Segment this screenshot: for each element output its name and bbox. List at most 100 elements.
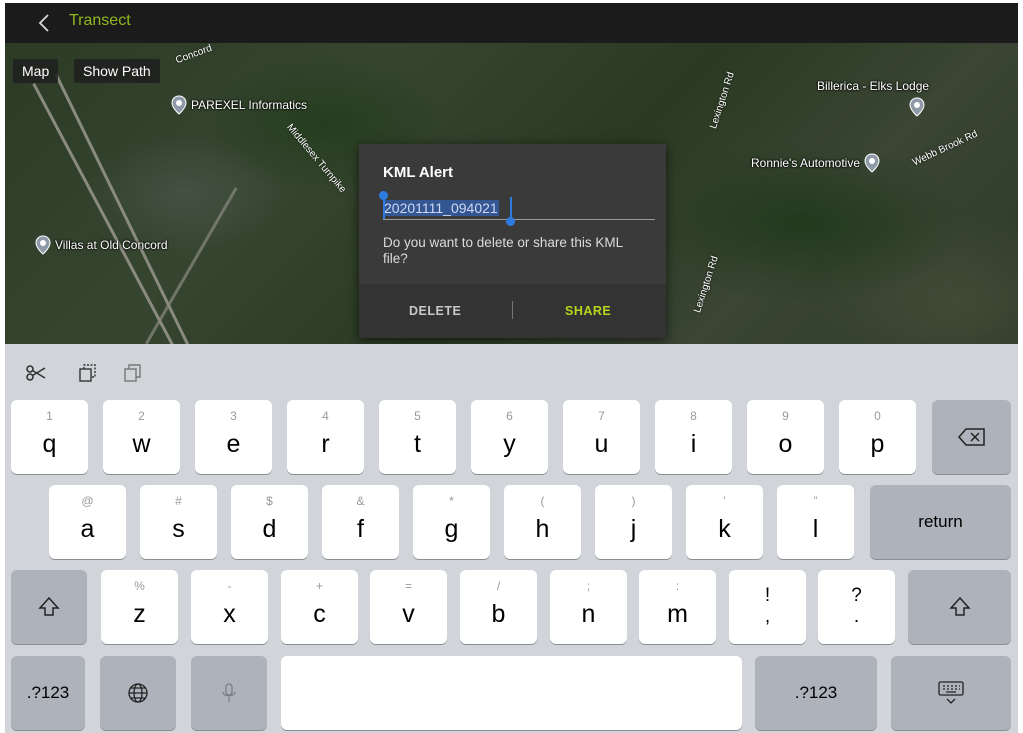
key-letter: c bbox=[313, 600, 326, 628]
key-g[interactable]: * g bbox=[413, 485, 490, 559]
key-hint: 0 bbox=[874, 409, 881, 423]
key-label: ?. bbox=[851, 585, 862, 627]
backspace-icon bbox=[957, 428, 985, 446]
paste-icon[interactable] bbox=[121, 362, 143, 384]
question-period-key[interactable]: ?. bbox=[818, 570, 895, 644]
selection-end-bar bbox=[510, 197, 512, 219]
selection-start-bar bbox=[383, 197, 385, 219]
highway-line bbox=[54, 73, 207, 380]
keyboard-dismiss-icon bbox=[938, 681, 964, 704]
key-hint: 2 bbox=[138, 409, 145, 423]
numeric-toggle-key[interactable]: .?123 bbox=[11, 656, 85, 730]
key-b[interactable]: / b bbox=[460, 570, 537, 644]
key-hint: @ bbox=[81, 494, 94, 508]
poi-marker[interactable]: Billerica - Elks Lodge bbox=[817, 79, 929, 117]
key-n[interactable]: ; n bbox=[550, 570, 627, 644]
key-v[interactable]: = v bbox=[370, 570, 447, 644]
key-letter: o bbox=[778, 430, 793, 458]
key-letter: r bbox=[321, 430, 330, 458]
key-i[interactable]: 8i bbox=[655, 400, 732, 474]
dismiss-keyboard-key[interactable] bbox=[891, 656, 1011, 730]
key-letter: k bbox=[718, 515, 731, 543]
map-pin-icon bbox=[35, 235, 51, 255]
globe-key[interactable] bbox=[100, 656, 176, 730]
road-label: Concord bbox=[174, 42, 214, 67]
map-button[interactable]: Map bbox=[13, 59, 59, 83]
return-label: return bbox=[918, 512, 963, 531]
back-chevron-icon[interactable] bbox=[33, 11, 57, 35]
key-letter: g bbox=[444, 515, 459, 543]
key-hint: 3 bbox=[230, 409, 237, 423]
page-title: Transect bbox=[69, 12, 131, 29]
key-letter: f bbox=[357, 515, 364, 543]
poi-marker[interactable]: PAREXEL Informatics bbox=[171, 95, 307, 115]
key-letter: y bbox=[503, 430, 516, 458]
key-hint: 7 bbox=[598, 409, 605, 423]
key-label: !, bbox=[764, 585, 771, 627]
key-letter: a bbox=[80, 515, 95, 543]
key-c[interactable]: + c bbox=[281, 570, 358, 644]
key-hint: % bbox=[134, 579, 145, 593]
poi-label: Villas at Old Concord bbox=[55, 238, 168, 252]
filename-selected-text[interactable]: 20201111_094021 bbox=[383, 200, 499, 216]
road-label: Lexington Rd bbox=[708, 70, 737, 131]
key-h[interactable]: (h bbox=[504, 485, 581, 559]
key-q[interactable]: 1q bbox=[11, 400, 88, 474]
key-hint: 5 bbox=[414, 409, 421, 423]
key-l[interactable]: ” l bbox=[777, 485, 854, 559]
key-hint: 6 bbox=[506, 409, 513, 423]
key-p[interactable]: 0p bbox=[839, 400, 916, 474]
key-w[interactable]: 2w bbox=[103, 400, 180, 474]
key-k[interactable]: ’ k bbox=[686, 485, 763, 559]
key-t[interactable]: 5t bbox=[379, 400, 456, 474]
dictation-key[interactable] bbox=[191, 656, 267, 730]
key-d[interactable]: $ d bbox=[231, 485, 308, 559]
key-letter: z bbox=[133, 600, 146, 628]
key-z[interactable]: % z bbox=[101, 570, 178, 644]
key-hint: ’ bbox=[723, 494, 726, 508]
key-letter: p bbox=[870, 430, 885, 458]
left-shift-key[interactable] bbox=[11, 570, 87, 644]
key-j[interactable]: ) j bbox=[595, 485, 672, 559]
key-letter: s bbox=[172, 515, 185, 543]
key-letter: q bbox=[42, 430, 57, 458]
poi-marker[interactable]: Ronnie's Automotive bbox=[751, 153, 880, 173]
numeric-toggle-key-right[interactable]: .?123 bbox=[755, 656, 877, 730]
key-hint: 8 bbox=[690, 409, 697, 423]
show-path-button[interactable]: Show Path bbox=[74, 59, 160, 83]
key-letter: h bbox=[535, 515, 550, 543]
key-m[interactable]: :m bbox=[639, 570, 716, 644]
filename-field[interactable]: 20201111_094021 bbox=[379, 191, 655, 226]
right-shift-key[interactable] bbox=[908, 570, 1011, 644]
poi-label: Billerica - Elks Lodge bbox=[817, 79, 930, 93]
poi-label: PAREXEL Informatics bbox=[191, 98, 308, 112]
return-key[interactable]: return bbox=[870, 485, 1011, 559]
key-x[interactable]: -x bbox=[191, 570, 268, 644]
key-hint: 1 bbox=[46, 409, 53, 423]
copy-icon[interactable] bbox=[77, 362, 99, 384]
key-y[interactable]: 6y bbox=[471, 400, 548, 474]
key-hint: ( bbox=[540, 494, 545, 508]
key-a[interactable]: @ a bbox=[49, 485, 126, 559]
key-label: .?123 bbox=[794, 683, 838, 702]
key-s[interactable]: # s bbox=[140, 485, 217, 559]
poi-marker[interactable]: Villas at Old Concord bbox=[35, 235, 168, 255]
space-bar[interactable] bbox=[281, 656, 742, 730]
key-letter: u bbox=[594, 430, 609, 458]
selection-end-handle[interactable] bbox=[506, 217, 515, 226]
backspace-key[interactable] bbox=[932, 400, 1011, 474]
shift-icon bbox=[948, 596, 971, 616]
key-hint: = bbox=[404, 579, 412, 593]
key-f[interactable]: & f bbox=[322, 485, 399, 559]
key-e[interactable]: 3e bbox=[195, 400, 272, 474]
cut-icon[interactable] bbox=[25, 362, 47, 384]
key-o[interactable]: 9o bbox=[747, 400, 824, 474]
exclamation-comma-key[interactable]: !, bbox=[729, 570, 806, 644]
delete-button[interactable]: DELETE bbox=[409, 284, 461, 338]
key-u[interactable]: 7u bbox=[563, 400, 640, 474]
share-button[interactable]: SHARE bbox=[565, 284, 611, 338]
map-pin-icon bbox=[909, 97, 925, 117]
key-r[interactable]: 4r bbox=[287, 400, 364, 474]
map-pin-icon bbox=[864, 153, 880, 173]
key-letter: m bbox=[667, 600, 688, 628]
